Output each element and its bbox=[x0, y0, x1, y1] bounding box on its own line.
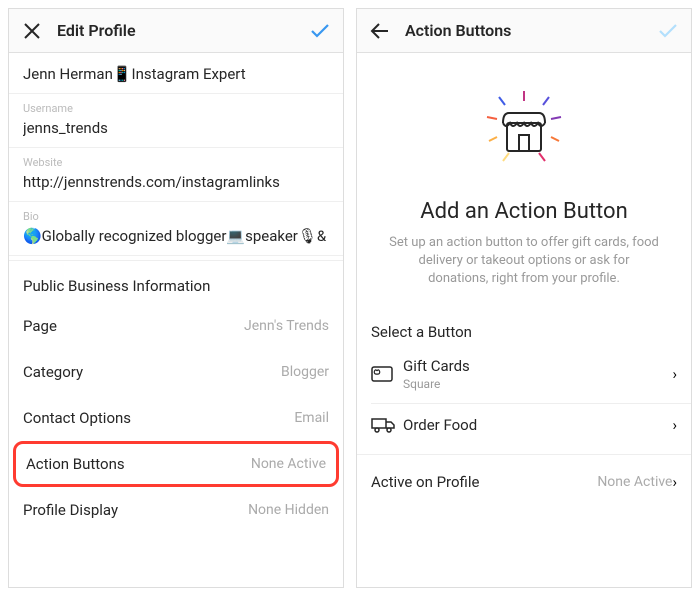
chevron-right-icon: › bbox=[672, 416, 677, 434]
page-label: Page bbox=[23, 317, 244, 335]
storefront-icon bbox=[469, 83, 579, 173]
action-buttons-value: None Active bbox=[251, 456, 326, 472]
header-title: Action Buttons bbox=[391, 21, 657, 40]
page-row[interactable]: Page Jenn's Trends bbox=[9, 303, 343, 349]
edit-profile-screen: Edit Profile Jenn Herman📱Instagram Exper… bbox=[8, 8, 344, 588]
active-on-profile-label: Active on Profile bbox=[371, 473, 597, 491]
category-label: Category bbox=[23, 363, 281, 381]
category-value: Blogger bbox=[281, 364, 329, 380]
back-arrow-icon[interactable] bbox=[369, 21, 391, 41]
order-food-button[interactable]: Order Food › bbox=[357, 404, 691, 446]
gift-cards-label: Gift Cards bbox=[403, 357, 672, 375]
action-buttons-screen: Action Buttons bbox=[356, 8, 692, 588]
website-field[interactable]: Website http://jennstrends.com/instagram… bbox=[9, 148, 343, 202]
confirm-check-icon[interactable] bbox=[657, 20, 679, 42]
chevron-right-icon: › bbox=[672, 473, 677, 491]
action-buttons-label: Action Buttons bbox=[26, 455, 251, 473]
username-label: Username bbox=[23, 102, 329, 115]
contact-label: Contact Options bbox=[23, 409, 294, 427]
username-value: jenns_trends bbox=[23, 115, 329, 137]
public-biz-info-title: Public Business Information bbox=[9, 261, 343, 303]
contact-value: Email bbox=[294, 410, 329, 426]
close-icon[interactable] bbox=[21, 22, 43, 40]
profile-display-value: None Hidden bbox=[248, 502, 329, 518]
header: Action Buttons bbox=[357, 9, 691, 53]
page-value: Jenn's Trends bbox=[244, 318, 329, 334]
website-label: Website bbox=[23, 156, 329, 169]
active-on-profile-value: None Active bbox=[597, 474, 672, 490]
category-row[interactable]: Category Blogger bbox=[9, 349, 343, 395]
gift-card-icon bbox=[371, 366, 403, 382]
chevron-right-icon: › bbox=[672, 365, 677, 383]
action-buttons-row[interactable]: Action Buttons None Active bbox=[13, 441, 339, 487]
header: Edit Profile bbox=[9, 9, 343, 53]
hero-section: Add an Action Button Set up an action bu… bbox=[357, 53, 691, 299]
name-field[interactable]: Jenn Herman📱Instagram Expert bbox=[9, 53, 343, 94]
username-field[interactable]: Username jenns_trends bbox=[9, 94, 343, 148]
bio-label: Bio bbox=[23, 210, 329, 223]
header-title: Edit Profile bbox=[43, 21, 309, 40]
select-button-title: Select a Button bbox=[357, 299, 691, 345]
delivery-truck-icon bbox=[371, 417, 403, 433]
hero-description: Set up an action button to offer gift ca… bbox=[387, 234, 661, 289]
hero-title: Add an Action Button bbox=[387, 199, 661, 224]
gift-cards-button[interactable]: Gift Cards Square › bbox=[357, 345, 691, 403]
active-on-profile-row[interactable]: Active on Profile None Active › bbox=[357, 455, 691, 503]
name-value: Jenn Herman📱Instagram Expert bbox=[23, 61, 329, 83]
order-food-label: Order Food bbox=[403, 416, 672, 434]
confirm-check-icon[interactable] bbox=[309, 20, 331, 42]
gift-cards-sublabel: Square bbox=[403, 377, 672, 391]
contact-options-row[interactable]: Contact Options Email bbox=[9, 395, 343, 441]
website-value: http://jennstrends.com/instagramlinks bbox=[23, 169, 329, 191]
profile-display-label: Profile Display bbox=[23, 501, 248, 519]
bio-field[interactable]: Bio 🌎Globally recognized blogger💻speaker… bbox=[9, 202, 343, 256]
profile-display-row[interactable]: Profile Display None Hidden bbox=[9, 487, 343, 533]
bio-value: 🌎Globally recognized blogger💻speaker🎙& c bbox=[23, 223, 329, 245]
